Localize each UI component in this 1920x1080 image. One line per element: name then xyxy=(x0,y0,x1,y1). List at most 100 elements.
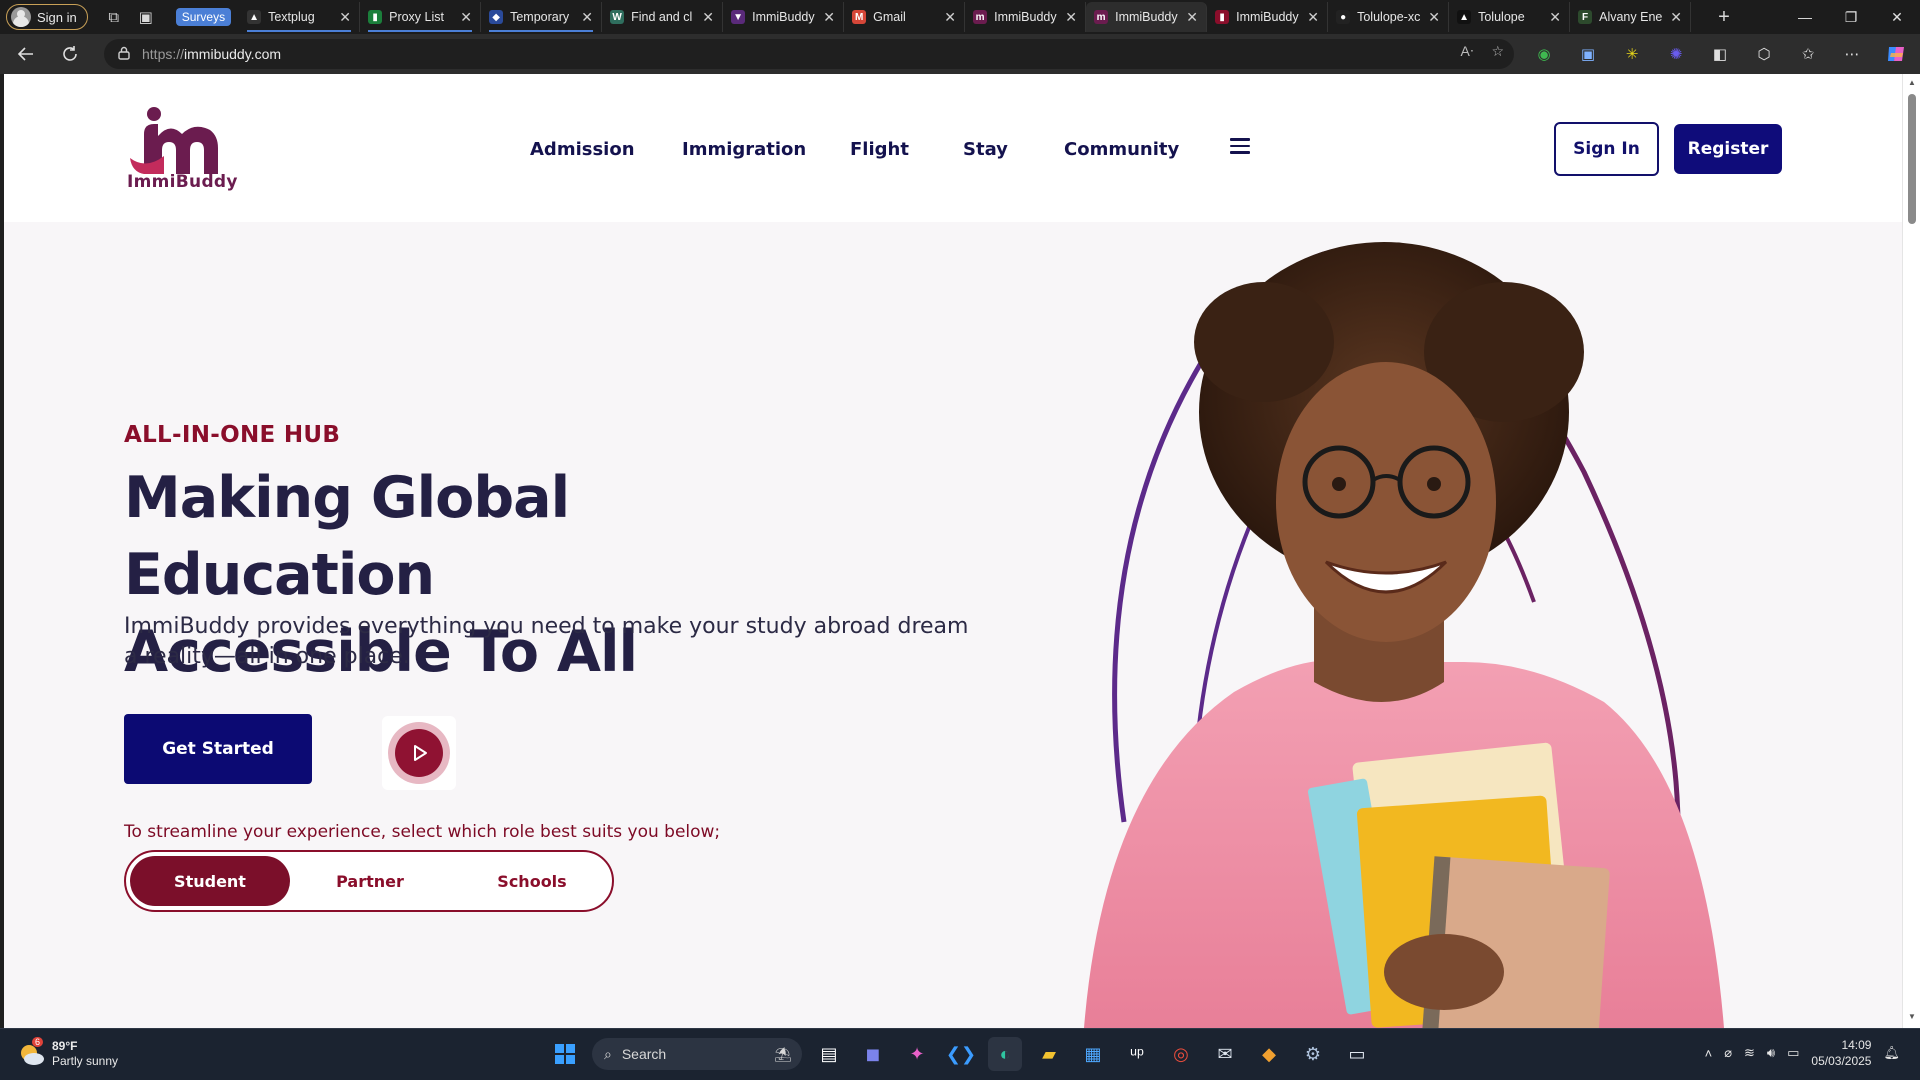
address-bar[interactable]: https://immibuddy.com Aᐧ ☆ xyxy=(104,39,1514,69)
settings-icon[interactable]: ⚙ xyxy=(1296,1037,1330,1071)
browser-tab[interactable]: F Alvany Ene ✕ xyxy=(1570,2,1692,32)
extension-green-icon[interactable]: ◉ xyxy=(1532,42,1556,66)
browser-tab[interactable]: ▼ ImmiBuddy ✕ xyxy=(723,2,845,32)
file-explorer-icon[interactable]: ▰ xyxy=(1032,1037,1066,1071)
back-button[interactable] xyxy=(8,38,44,70)
nav-stay[interactable]: Stay xyxy=(963,139,1008,160)
nav-community[interactable]: Community xyxy=(1064,139,1179,160)
browser-tab[interactable]: ● Tolulope-xc ✕ xyxy=(1328,2,1450,32)
browser-tab-strip: Sign in ⧉ ▣ Surveys ▲ Textplug ✕ ▮ Proxy Lis… xyxy=(0,0,1920,34)
extensions-menu-icon[interactable]: ⬡ xyxy=(1752,42,1776,66)
browser-tab[interactable]: ▮ ImmiBuddy ✕ xyxy=(1207,2,1329,32)
tab-group-label[interactable]: Surveys xyxy=(175,8,232,26)
battery-icon[interactable]: ▭ xyxy=(1787,1045,1799,1061)
weather-widget[interactable]: 6 89°F Partly sunny xyxy=(18,1037,118,1069)
tab-close-icon[interactable]: ✕ xyxy=(337,9,353,26)
sign-in-button[interactable]: Sign In xyxy=(1554,122,1659,176)
restore-button[interactable]: ❐ xyxy=(1828,0,1874,34)
tab-close-icon[interactable]: ✕ xyxy=(1426,9,1442,26)
task-view-icon[interactable]: ▤ xyxy=(812,1037,846,1071)
browser-tab[interactable]: m ImmiBuddy ✕ xyxy=(1086,2,1208,32)
new-tab-button[interactable]: + xyxy=(1708,2,1740,32)
hamburger-menu-icon[interactable] xyxy=(1230,138,1250,154)
search-label: Search xyxy=(621,1046,667,1062)
vscode-icon[interactable]: ❮❯ xyxy=(944,1037,978,1071)
scroll-down-icon[interactable]: ▼ xyxy=(1908,1012,1916,1021)
tab-close-icon[interactable]: ✕ xyxy=(942,9,958,26)
tab-close-icon[interactable]: ✕ xyxy=(700,9,716,26)
get-started-button[interactable]: Get Started xyxy=(124,714,312,784)
role-schools[interactable]: Schools xyxy=(452,856,612,906)
favorites-icon[interactable]: ✩ xyxy=(1796,42,1820,66)
tab-favicon-icon: F xyxy=(1578,10,1593,24)
nav-immigration[interactable]: Immigration xyxy=(682,139,806,160)
role-selector: Student Partner Schools xyxy=(124,850,614,912)
chrome-icon[interactable]: ◎ xyxy=(1164,1037,1198,1071)
scrollbar-thumb[interactable] xyxy=(1908,94,1916,224)
read-aloud-icon[interactable]: Aᐧ xyxy=(1461,43,1474,60)
volume-icon[interactable]: 🔊︎ xyxy=(1767,1045,1775,1061)
favorite-star-icon[interactable]: ☆ xyxy=(1491,43,1504,60)
page-scrollbar[interactable]: ▲ ▼ xyxy=(1902,74,1920,1028)
tab-actions-icon[interactable]: ▣ xyxy=(130,2,162,32)
extension-puzzle-icon[interactable]: ◧ xyxy=(1708,42,1732,66)
clock[interactable]: 14:09 05/03/2025 xyxy=(1811,1037,1871,1069)
teams-icon[interactable]: ◼ xyxy=(856,1037,890,1071)
terminal-icon[interactable]: ▭ xyxy=(1340,1037,1374,1071)
tab-group-underline xyxy=(247,30,352,32)
clock-time: 14:09 xyxy=(1841,1038,1872,1052)
browser-tab[interactable]: W Find and cl ✕ xyxy=(602,2,724,32)
role-student[interactable]: Student xyxy=(130,856,290,906)
more-options-icon[interactable]: ⋯ xyxy=(1840,42,1864,66)
extension-screen-icon[interactable]: ▣ xyxy=(1576,42,1600,66)
tab-close-icon[interactable]: ✕ xyxy=(579,9,595,26)
hero-section: ALL-IN-ONE HUB Making Global Education A… xyxy=(4,222,1902,1028)
taskbar-search[interactable]: ⌕ Search ⛱ xyxy=(592,1038,802,1070)
browser-tab[interactable]: ▲ Textplug ✕ xyxy=(239,2,361,32)
weather-badge: 6 xyxy=(32,1037,44,1047)
tab-favicon-icon: ▼ xyxy=(731,10,746,24)
notifications-bell-icon[interactable]: 🔔︎ xyxy=(1883,1045,1900,1061)
extension-yellow-icon[interactable]: ✳ xyxy=(1620,42,1644,66)
network-offline-icon[interactable]: ⌀ xyxy=(1724,1045,1732,1061)
tab-close-icon[interactable]: ✕ xyxy=(1184,9,1200,26)
profile-button[interactable]: Sign in xyxy=(6,4,88,30)
brave-icon[interactable]: ◆ xyxy=(1252,1037,1286,1071)
browser-tab[interactable]: m ImmiBuddy ✕ xyxy=(965,2,1087,32)
nav-admission[interactable]: Admission xyxy=(530,139,635,160)
scroll-up-icon[interactable]: ▲ xyxy=(1908,78,1916,87)
wifi-icon[interactable]: ≋ xyxy=(1744,1045,1755,1061)
windows-start-icon[interactable] xyxy=(548,1037,582,1071)
extension-gear-icon[interactable]: ✺ xyxy=(1664,42,1688,66)
back-arrow-icon xyxy=(17,47,33,61)
tab-close-icon[interactable]: ✕ xyxy=(1063,9,1079,26)
tab-favicon-icon: ▲ xyxy=(247,10,262,24)
tab-close-icon[interactable]: ✕ xyxy=(1305,9,1321,26)
role-partner[interactable]: Partner xyxy=(290,856,450,906)
browser-tab[interactable]: ◆ Temporary ✕ xyxy=(481,2,603,32)
copilot-app-icon[interactable]: ✦ xyxy=(900,1037,934,1071)
browser-tab[interactable]: ▮ Proxy List ✕ xyxy=(360,2,482,32)
upwork-icon[interactable]: ᵘᵖ xyxy=(1120,1037,1154,1071)
reload-button[interactable] xyxy=(52,38,88,70)
browser-tab[interactable]: M Gmail ✕ xyxy=(844,2,966,32)
edge-icon[interactable]: ◐ xyxy=(988,1037,1022,1071)
tab-close-icon[interactable]: ✕ xyxy=(1547,9,1563,26)
tab-title: Temporary xyxy=(510,10,570,24)
tray-overflow-icon[interactable]: ˄ xyxy=(1705,1046,1713,1061)
register-button[interactable]: Register xyxy=(1674,124,1782,174)
copilot-icon[interactable] xyxy=(1884,42,1908,66)
mail-icon[interactable]: ✉ xyxy=(1208,1037,1242,1071)
close-window-button[interactable]: ✕ xyxy=(1874,0,1920,34)
browser-tab[interactable]: ▲ Tolulope ✕ xyxy=(1449,2,1571,32)
play-video-button[interactable] xyxy=(382,716,456,790)
microsoft-store-icon[interactable]: ▦ xyxy=(1076,1037,1110,1071)
workspaces-icon[interactable]: ⧉ xyxy=(98,2,130,32)
tab-close-icon[interactable]: ✕ xyxy=(1668,9,1684,26)
nav-flight[interactable]: Flight xyxy=(850,139,909,160)
tab-title: Textplug xyxy=(268,10,315,24)
minimize-button[interactable]: — xyxy=(1782,0,1828,34)
tab-close-icon[interactable]: ✕ xyxy=(821,9,837,26)
tab-close-icon[interactable]: ✕ xyxy=(458,9,474,26)
hero-subtext: ImmiBuddy provides everything you need t… xyxy=(124,614,969,669)
